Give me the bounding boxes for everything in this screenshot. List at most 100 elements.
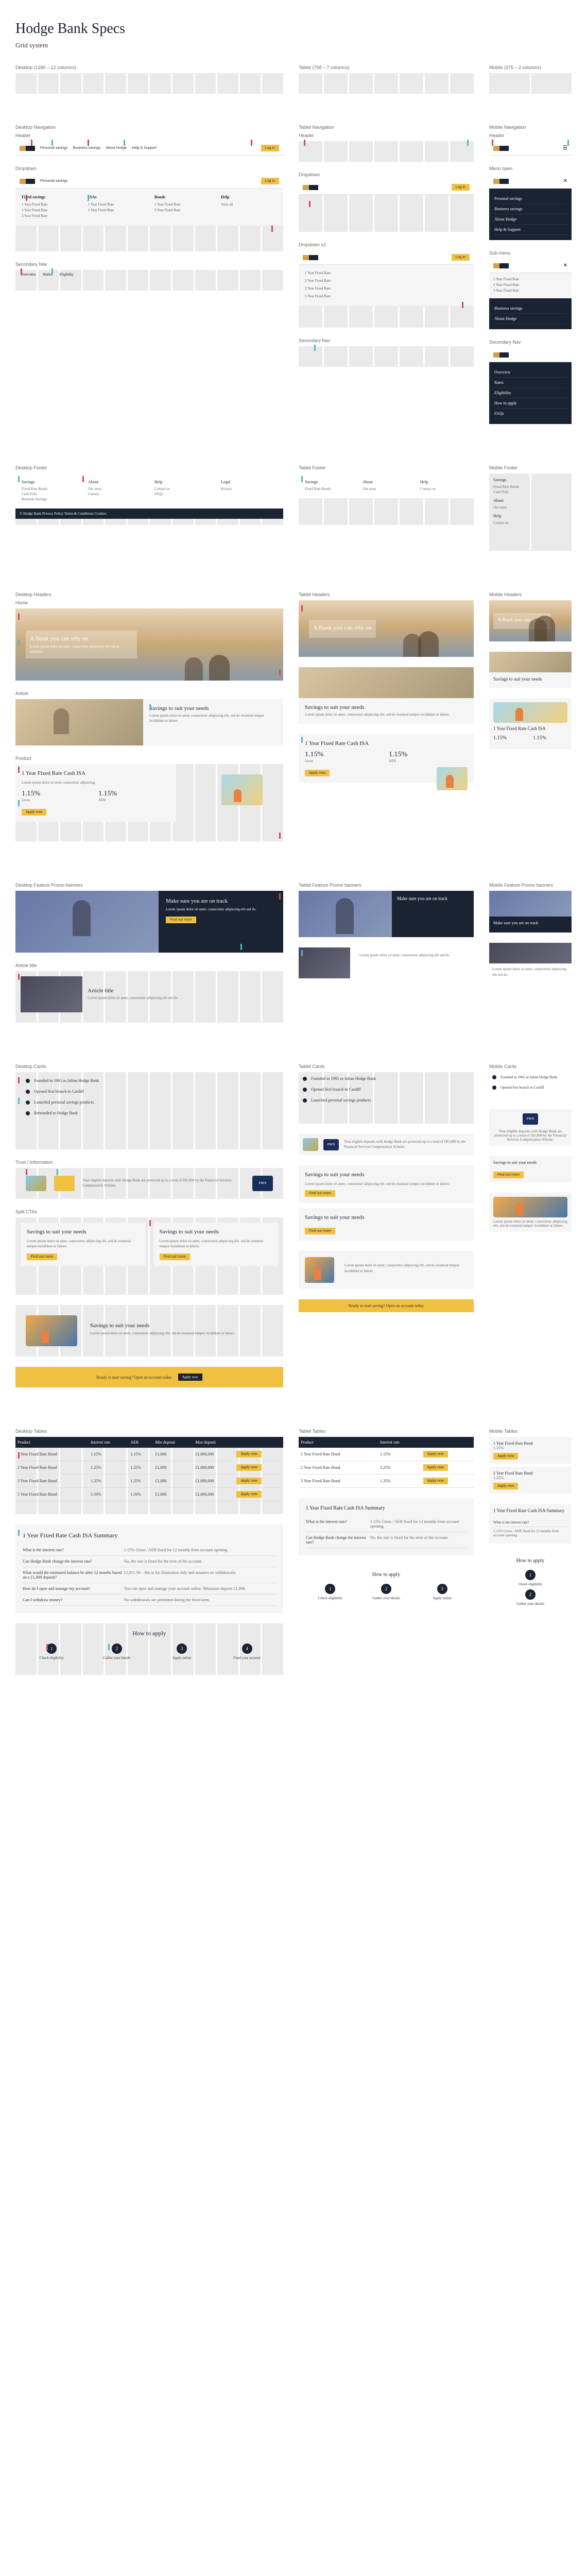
spec-illustration-tablet: Lorem ipsum dolor sit amet, consectetur … — [299, 1251, 474, 1289]
footer-link[interactable]: Business Savings — [22, 497, 78, 501]
table-header: Product — [299, 1437, 378, 1448]
footer-link[interactable]: Cash ISAs — [22, 492, 78, 496]
spec-illustration-mobile: Lorem ipsum dolor sit amet, consectetur … — [489, 1193, 572, 1232]
apply-button[interactable]: Apply now — [305, 770, 330, 776]
footer-link[interactable]: Fixed Rate Bonds — [22, 487, 78, 491]
timeline-item: Launched personal savings products — [34, 1100, 94, 1105]
footer-link[interactable]: Fixed Rate Bonds — [493, 485, 567, 489]
hero-title: A Bank you can rely on — [30, 635, 133, 642]
footer-link[interactable]: Contact us — [420, 487, 468, 491]
dropdown-link[interactable]: 2 Year Fixed Rate — [88, 208, 144, 212]
login-button[interactable]: Log in — [452, 254, 470, 261]
breakpoint-label-mobile: Mobile (375 – 2 columns) — [489, 65, 572, 70]
apply-button[interactable]: Apply now — [22, 809, 46, 816]
spec-dropdown-tablet: Log in — [299, 180, 474, 232]
table-apply-button[interactable]: Apply now — [236, 1464, 261, 1471]
table-header: Interest rate — [89, 1437, 128, 1448]
card-cta-button[interactable]: Find out more — [305, 1190, 335, 1197]
footer-link[interactable]: Contact us — [493, 521, 567, 525]
nav-item[interactable]: Personal savings — [40, 146, 67, 150]
card-cta-button[interactable]: Find out more — [160, 1253, 190, 1260]
footer-link[interactable]: Careers — [88, 492, 144, 496]
dropdown-link[interactable]: View all — [221, 202, 277, 207]
step-label: Apply online — [152, 1656, 212, 1660]
dropdown-link[interactable]: 2 Year Fixed Rate — [305, 279, 468, 283]
mobilemenu-item[interactable]: Business savings — [494, 303, 566, 314]
hamburger-icon[interactable]: ☰ — [563, 145, 567, 151]
dropdown-link[interactable]: 1 Year Fixed Rate — [305, 271, 468, 275]
footer-link[interactable]: Our story — [362, 487, 410, 491]
nav-item[interactable]: Help & Support — [132, 146, 156, 150]
secnav-item[interactable]: How to apply — [494, 398, 566, 409]
footer-heading: Help — [154, 480, 211, 484]
footer-heading: Help — [420, 480, 468, 484]
card-cta-button[interactable]: Find out more — [27, 1253, 57, 1260]
mobilemenu-link[interactable]: 2 Year Fixed Rate — [493, 283, 567, 287]
mobilemenu-item[interactable]: Help & Support — [494, 225, 566, 235]
login-button[interactable]: Log in — [452, 184, 470, 191]
dropdown-link[interactable]: 5 Year Fixed Rate — [154, 208, 211, 212]
logo — [493, 352, 509, 358]
mobilemenu-item[interactable]: About Hodge — [494, 214, 566, 225]
secnav-item[interactable]: Rates — [43, 273, 52, 277]
ctabar-button[interactable]: Apply now — [178, 1374, 202, 1381]
secnav-item[interactable]: Eligibility — [59, 273, 73, 277]
dropdown-link[interactable]: 2 Year Fixed Rate — [22, 208, 78, 212]
footer-link[interactable]: Cash ISAs — [493, 490, 567, 494]
footer-link[interactable]: Privacy — [221, 487, 277, 491]
table-apply-button[interactable]: Apply now — [493, 1453, 518, 1460]
dropdown-link[interactable]: 3 Year Fixed Rate — [305, 286, 468, 291]
card-cta-button[interactable]: Find out more — [493, 1172, 524, 1178]
login-button[interactable]: Log in — [261, 178, 279, 184]
footer-link[interactable]: Our story — [493, 505, 567, 510]
close-icon[interactable]: ✕ — [563, 263, 567, 268]
dropdown-heading: Bonds — [154, 195, 211, 199]
mobilemenu-item[interactable]: Personal savings — [494, 194, 566, 204]
footer-link[interactable]: Fixed Rate Bonds — [305, 487, 352, 491]
dropdown-link[interactable]: 5 Year Fixed Rate — [305, 294, 468, 298]
timeline-item: Opened first branch in Cardiff — [34, 1089, 84, 1094]
dropdown-link[interactable]: 1 Year Fixed Rate — [154, 202, 211, 207]
step-item: 2Gather your details — [87, 1643, 147, 1660]
table-apply-button[interactable]: Apply now — [236, 1478, 261, 1484]
nav-item[interactable]: Business savings — [73, 146, 100, 150]
secnav-item[interactable]: Overview — [21, 273, 36, 277]
summary-answer: No withdrawals are permitted during the … — [124, 1598, 276, 1602]
spec-hero-mobile: A Bank you can rely on — [489, 600, 572, 641]
mobilemenu-item[interactable]: Business savings — [494, 204, 566, 214]
table-apply-button[interactable]: Apply now — [423, 1464, 448, 1471]
card-cta-button[interactable]: Find out more — [305, 1228, 335, 1234]
sub-label: Dropdown — [299, 172, 474, 177]
table-header: Product — [15, 1437, 89, 1448]
table-apply-button[interactable]: Apply now — [236, 1491, 261, 1498]
close-icon[interactable]: ✕ — [563, 178, 567, 184]
secnav-item[interactable]: FAQs — [494, 409, 566, 419]
mobilemenu-link[interactable]: 3 Year Fixed Rate — [493, 289, 567, 293]
secnav-item[interactable]: Eligibility — [494, 388, 566, 398]
login-button[interactable]: Log in — [261, 145, 279, 151]
trust-illustration-icon — [26, 1176, 46, 1191]
mobilemenu-item[interactable]: About Hodge — [494, 314, 566, 324]
card-illustration — [26, 1315, 77, 1346]
table-apply-button[interactable]: Apply now — [423, 1451, 448, 1458]
footer-link[interactable]: Our story — [88, 487, 144, 491]
article-title: Article title — [88, 988, 178, 994]
nav-item[interactable]: About Hodge — [106, 146, 127, 150]
secnav-item[interactable]: Overview — [494, 367, 566, 378]
rate-label: AER — [98, 798, 170, 802]
dropdown-link[interactable]: 3 Year Fixed Rate — [22, 214, 78, 218]
dropdown-link[interactable]: 1 Year Fixed Rate — [22, 202, 78, 207]
secnav-item[interactable]: Rates — [494, 378, 566, 388]
spec-product-tablet: 1 Year Fixed Rate Cash ISA 1.15%Gross 1.… — [299, 734, 474, 783]
article-body: Lorem ipsum dolor sit amet, consectetur … — [359, 953, 450, 958]
table-apply-button[interactable]: Apply now — [236, 1451, 261, 1458]
mobilemenu-link[interactable]: 1 Year Fixed Rate — [493, 277, 567, 281]
nav-item[interactable]: Personal savings — [40, 179, 67, 183]
table-apply-button[interactable]: Apply now — [423, 1478, 448, 1484]
table-apply-button[interactable]: Apply now — [493, 1483, 518, 1489]
promo-cta-button[interactable]: Find out more — [166, 917, 196, 923]
dropdown-link[interactable]: 1 Year Fixed Rate — [88, 202, 144, 207]
feature-title: Savings to suit your needs — [493, 676, 567, 682]
footer-link[interactable]: FAQs — [154, 492, 211, 496]
footer-link[interactable]: Contact us — [154, 487, 211, 491]
